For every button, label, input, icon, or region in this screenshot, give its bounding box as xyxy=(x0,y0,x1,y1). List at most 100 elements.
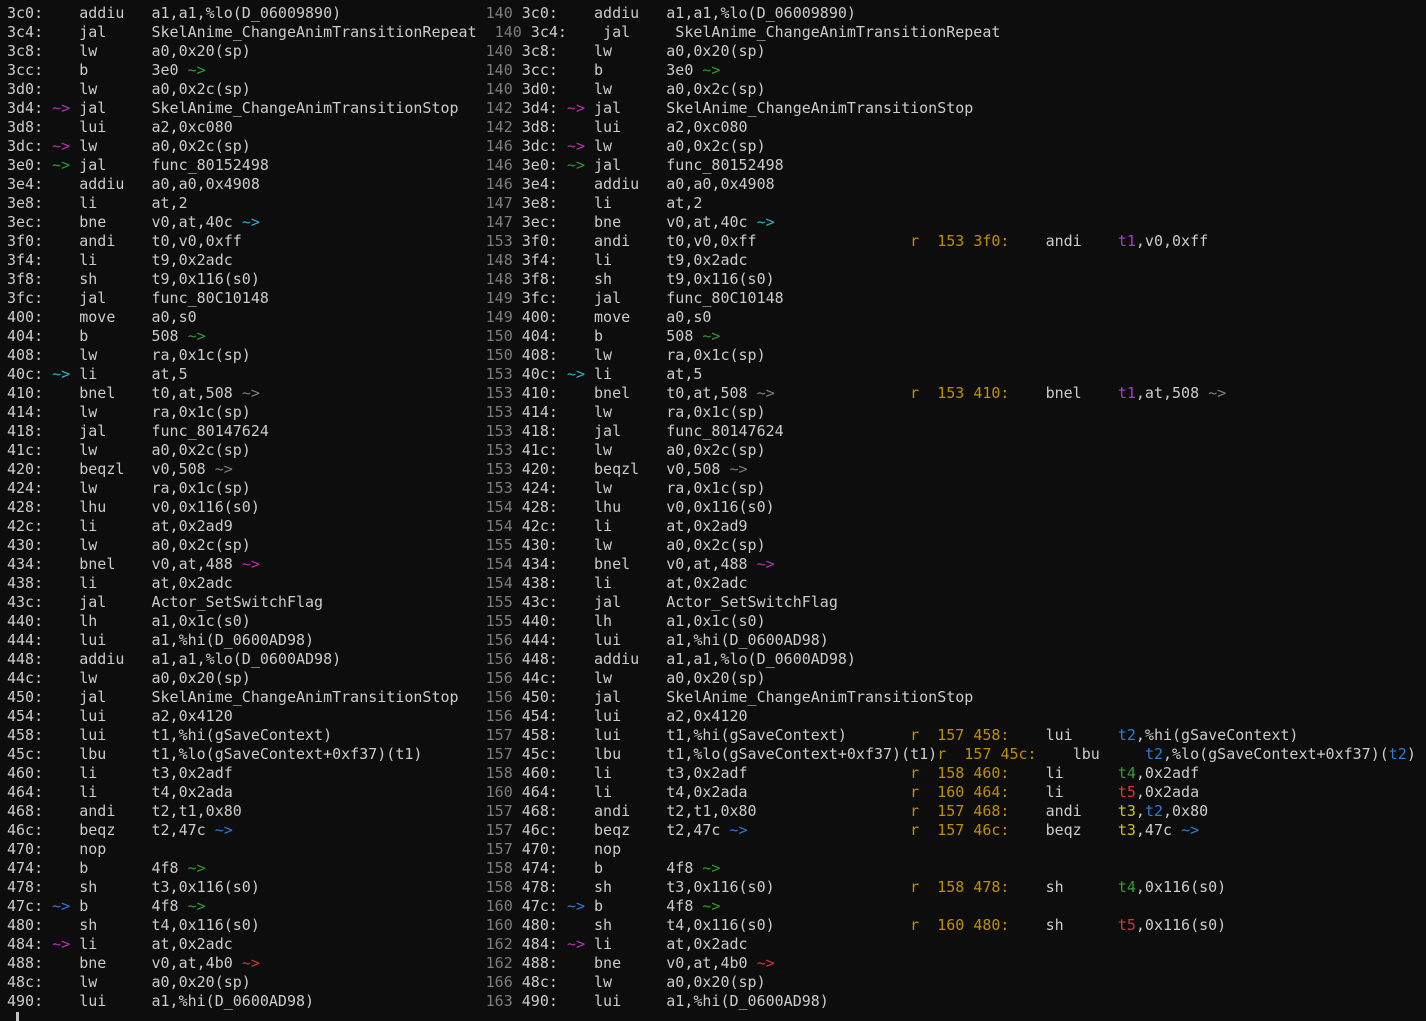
spacer xyxy=(585,593,594,611)
operand: a0,0x20(sp) xyxy=(666,973,765,991)
spacer xyxy=(585,118,594,136)
address: 3f4: xyxy=(7,251,43,269)
register-operand: t1 xyxy=(1118,384,1136,402)
asm-row: 45c: lbu t1,%lo(gSaveContext+0xf37)(t1) … xyxy=(7,745,1426,764)
spacer xyxy=(70,460,79,478)
mnemonic: bnel xyxy=(79,555,151,573)
spacer xyxy=(558,441,567,459)
spacer xyxy=(775,384,910,402)
spacer xyxy=(43,688,52,706)
address: 460: xyxy=(522,764,558,782)
mnemonic: jal xyxy=(594,422,666,440)
operand: a2,0x4120 xyxy=(152,707,233,725)
address: 478: xyxy=(973,878,1009,896)
mnemonic: jal xyxy=(79,23,151,41)
spacer xyxy=(52,441,70,459)
address: 418: xyxy=(522,422,558,440)
branch-arrow: ~> xyxy=(702,61,720,79)
spacer xyxy=(43,346,52,364)
spacer xyxy=(567,213,585,231)
spacer xyxy=(43,479,52,497)
spacer xyxy=(52,213,70,231)
address: 458: xyxy=(973,726,1009,744)
mnemonic: jal xyxy=(79,99,151,117)
spacer xyxy=(52,878,70,896)
spacer xyxy=(43,156,52,174)
address: 464: xyxy=(522,783,558,801)
line-number: 156 xyxy=(486,650,522,668)
asm-row: 44c: lw a0,0x20(sp) 156 44c: lw a0,0x20(… xyxy=(7,669,1426,688)
asm-row: 428: lhu v0,0x116(s0) 154 428: lhu v0,0x… xyxy=(7,498,1426,517)
spacer xyxy=(567,251,585,269)
address: 3c4: xyxy=(7,23,43,41)
spacer xyxy=(43,612,52,630)
terminal-screen[interactable]: 3c0: addiu a1,a1,%lo(D_06009890) 140 3c0… xyxy=(0,0,1426,1021)
asm-row: 43c: jal Actor_SetSwitchFlag 155 43c: ja… xyxy=(7,593,1426,612)
operand: ra,0x1c(sp) xyxy=(666,346,765,364)
spacer xyxy=(188,194,486,212)
operand: t4,0x116(s0) xyxy=(666,916,774,934)
mnemonic: addiu xyxy=(594,175,666,193)
address: 460: xyxy=(973,764,1009,782)
address: 408: xyxy=(7,346,43,364)
mnemonic: lhu xyxy=(594,498,666,516)
address: 454: xyxy=(522,707,558,725)
register-operand: t3 xyxy=(1118,802,1136,820)
asm-row: 424: lw ra,0x1c(sp) 153 424: lw ra,0x1c(… xyxy=(7,479,1426,498)
mnemonic: jal xyxy=(594,156,666,174)
operand: t0,v0,0xff xyxy=(152,232,242,250)
spacer xyxy=(567,821,585,839)
spacer xyxy=(70,61,79,79)
spacer xyxy=(567,631,585,649)
spacer xyxy=(585,536,594,554)
operand: t9,0x116(s0) xyxy=(666,270,774,288)
operand: t4,0x2ada xyxy=(152,783,233,801)
operand: a0,0x2c(sp) xyxy=(666,536,765,554)
spacer xyxy=(43,992,52,1010)
operand: func_80C10148 xyxy=(152,289,269,307)
spacer xyxy=(70,175,79,193)
spacer xyxy=(1019,916,1037,934)
spacer xyxy=(585,213,594,231)
asm-row: 3e4: addiu a0,a0,0x4908 146 3e4: addiu a… xyxy=(7,175,1426,194)
spacer xyxy=(43,23,52,41)
mnemonic: jal xyxy=(594,99,666,117)
text-cursor xyxy=(16,1012,19,1021)
diff-prefix: r 153 xyxy=(910,232,973,250)
operand: a0,0x2c(sp) xyxy=(666,441,765,459)
asm-row: 46c: beqz t2,47c ~> 157 46c: beqz t2,47c… xyxy=(7,821,1426,840)
spacer xyxy=(43,327,52,345)
address: 3d0: xyxy=(522,80,558,98)
operand: a1,a1,%lo(D_06009890) xyxy=(152,4,342,22)
spacer xyxy=(206,859,486,877)
operand: a0,0x20(sp) xyxy=(152,973,251,991)
mnemonic: addiu xyxy=(79,4,151,22)
spacer xyxy=(558,4,567,22)
address: 3f0: xyxy=(973,232,1009,250)
mnemonic: bne xyxy=(594,954,666,972)
operand: t3,0x2adf xyxy=(152,764,233,782)
spacer xyxy=(585,422,594,440)
operand: t2,47c xyxy=(152,821,215,839)
spacer xyxy=(233,783,486,801)
address: 3d4: xyxy=(522,99,558,117)
spacer xyxy=(341,650,486,668)
line-number: 162 xyxy=(486,935,522,953)
asm-row: 41c: lw a0,0x2c(sp) 153 41c: lw a0,0x2c(… xyxy=(7,441,1426,460)
spacer xyxy=(585,403,594,421)
spacer xyxy=(1009,232,1018,250)
spacer xyxy=(52,783,70,801)
spacer xyxy=(558,878,567,896)
branch-arrow: ~> xyxy=(242,213,260,231)
spacer xyxy=(567,403,585,421)
address: 45c: xyxy=(7,745,43,763)
mnemonic: andi xyxy=(594,232,666,250)
diff-prefix: r 157 xyxy=(910,726,973,744)
address: 418: xyxy=(7,422,43,440)
spacer xyxy=(43,897,52,915)
spacer xyxy=(567,118,585,136)
spacer xyxy=(70,745,79,763)
address: 428: xyxy=(522,498,558,516)
operand: SkelAnime_ChangeAnimTransitionRepeat xyxy=(152,23,477,41)
operand: ra,0x1c(sp) xyxy=(152,346,251,364)
